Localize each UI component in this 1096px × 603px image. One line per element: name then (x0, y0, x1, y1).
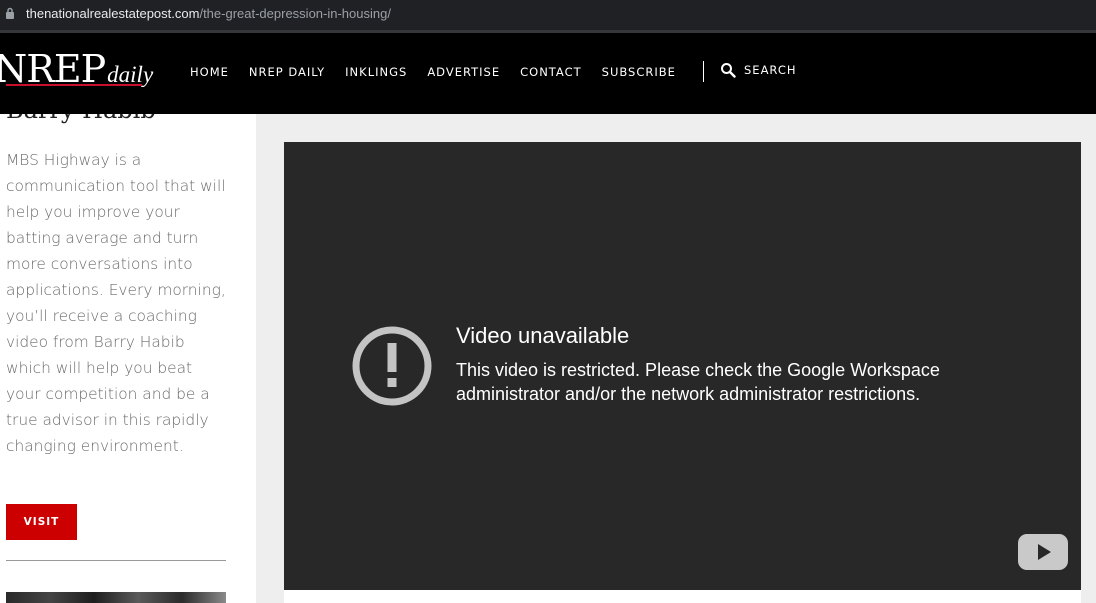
browser-address-bar[interactable]: thenationalrealestatepost.com/the-great-… (0, 0, 1096, 32)
visit-button[interactable]: VISIT (6, 504, 77, 540)
video-error-message: This video is restricted. Please check t… (456, 360, 940, 404)
lock-icon (6, 7, 14, 19)
article-body-start (284, 590, 1081, 603)
nav-item-subscribe[interactable]: SUBSCRIBE (602, 65, 676, 79)
video-error-title: Video unavailable (456, 323, 630, 348)
sidebar-description: MBS Highway is a communication tool that… (6, 151, 226, 455)
search-label: SEARCH (744, 63, 797, 77)
nav-item-home[interactable]: HOME (190, 65, 229, 79)
url-path: /the-great-depression-in-housing/ (199, 6, 391, 21)
nav-item-advertise[interactable]: ADVERTISE (427, 65, 500, 79)
author-name: Barry Habib (6, 114, 156, 124)
warning-icon (352, 326, 432, 406)
sidebar-divider (6, 560, 226, 561)
search-icon (721, 63, 736, 78)
search-button[interactable]: SEARCH (720, 62, 797, 78)
sidebar-thumbnail[interactable] (6, 592, 226, 603)
nav-divider (703, 61, 704, 82)
logo-underline (6, 84, 142, 86)
nav-item-contact[interactable]: CONTACT (520, 65, 582, 79)
nav-item-nrep-daily[interactable]: NREP DAILY (249, 65, 325, 79)
sidebar: Barry Habib MBS Highway is a communicati… (0, 114, 256, 603)
url-text[interactable]: thenationalrealestatepost.com/the-great-… (26, 6, 391, 21)
nav-item-inklings[interactable]: INKLINGS (345, 65, 407, 79)
site-header: NREPdaily HOME NREP DAILY INKLINGS ADVER… (0, 33, 1096, 114)
main-nav: HOME NREP DAILY INKLINGS ADVERTISE CONTA… (190, 65, 696, 79)
site-logo[interactable]: NREPdaily (0, 47, 153, 97)
youtube-icon[interactable] (1018, 534, 1068, 570)
video-player[interactable]: Video unavailable This video is restrict… (284, 142, 1081, 590)
url-domain: thenationalrealestatepost.com (26, 6, 200, 21)
